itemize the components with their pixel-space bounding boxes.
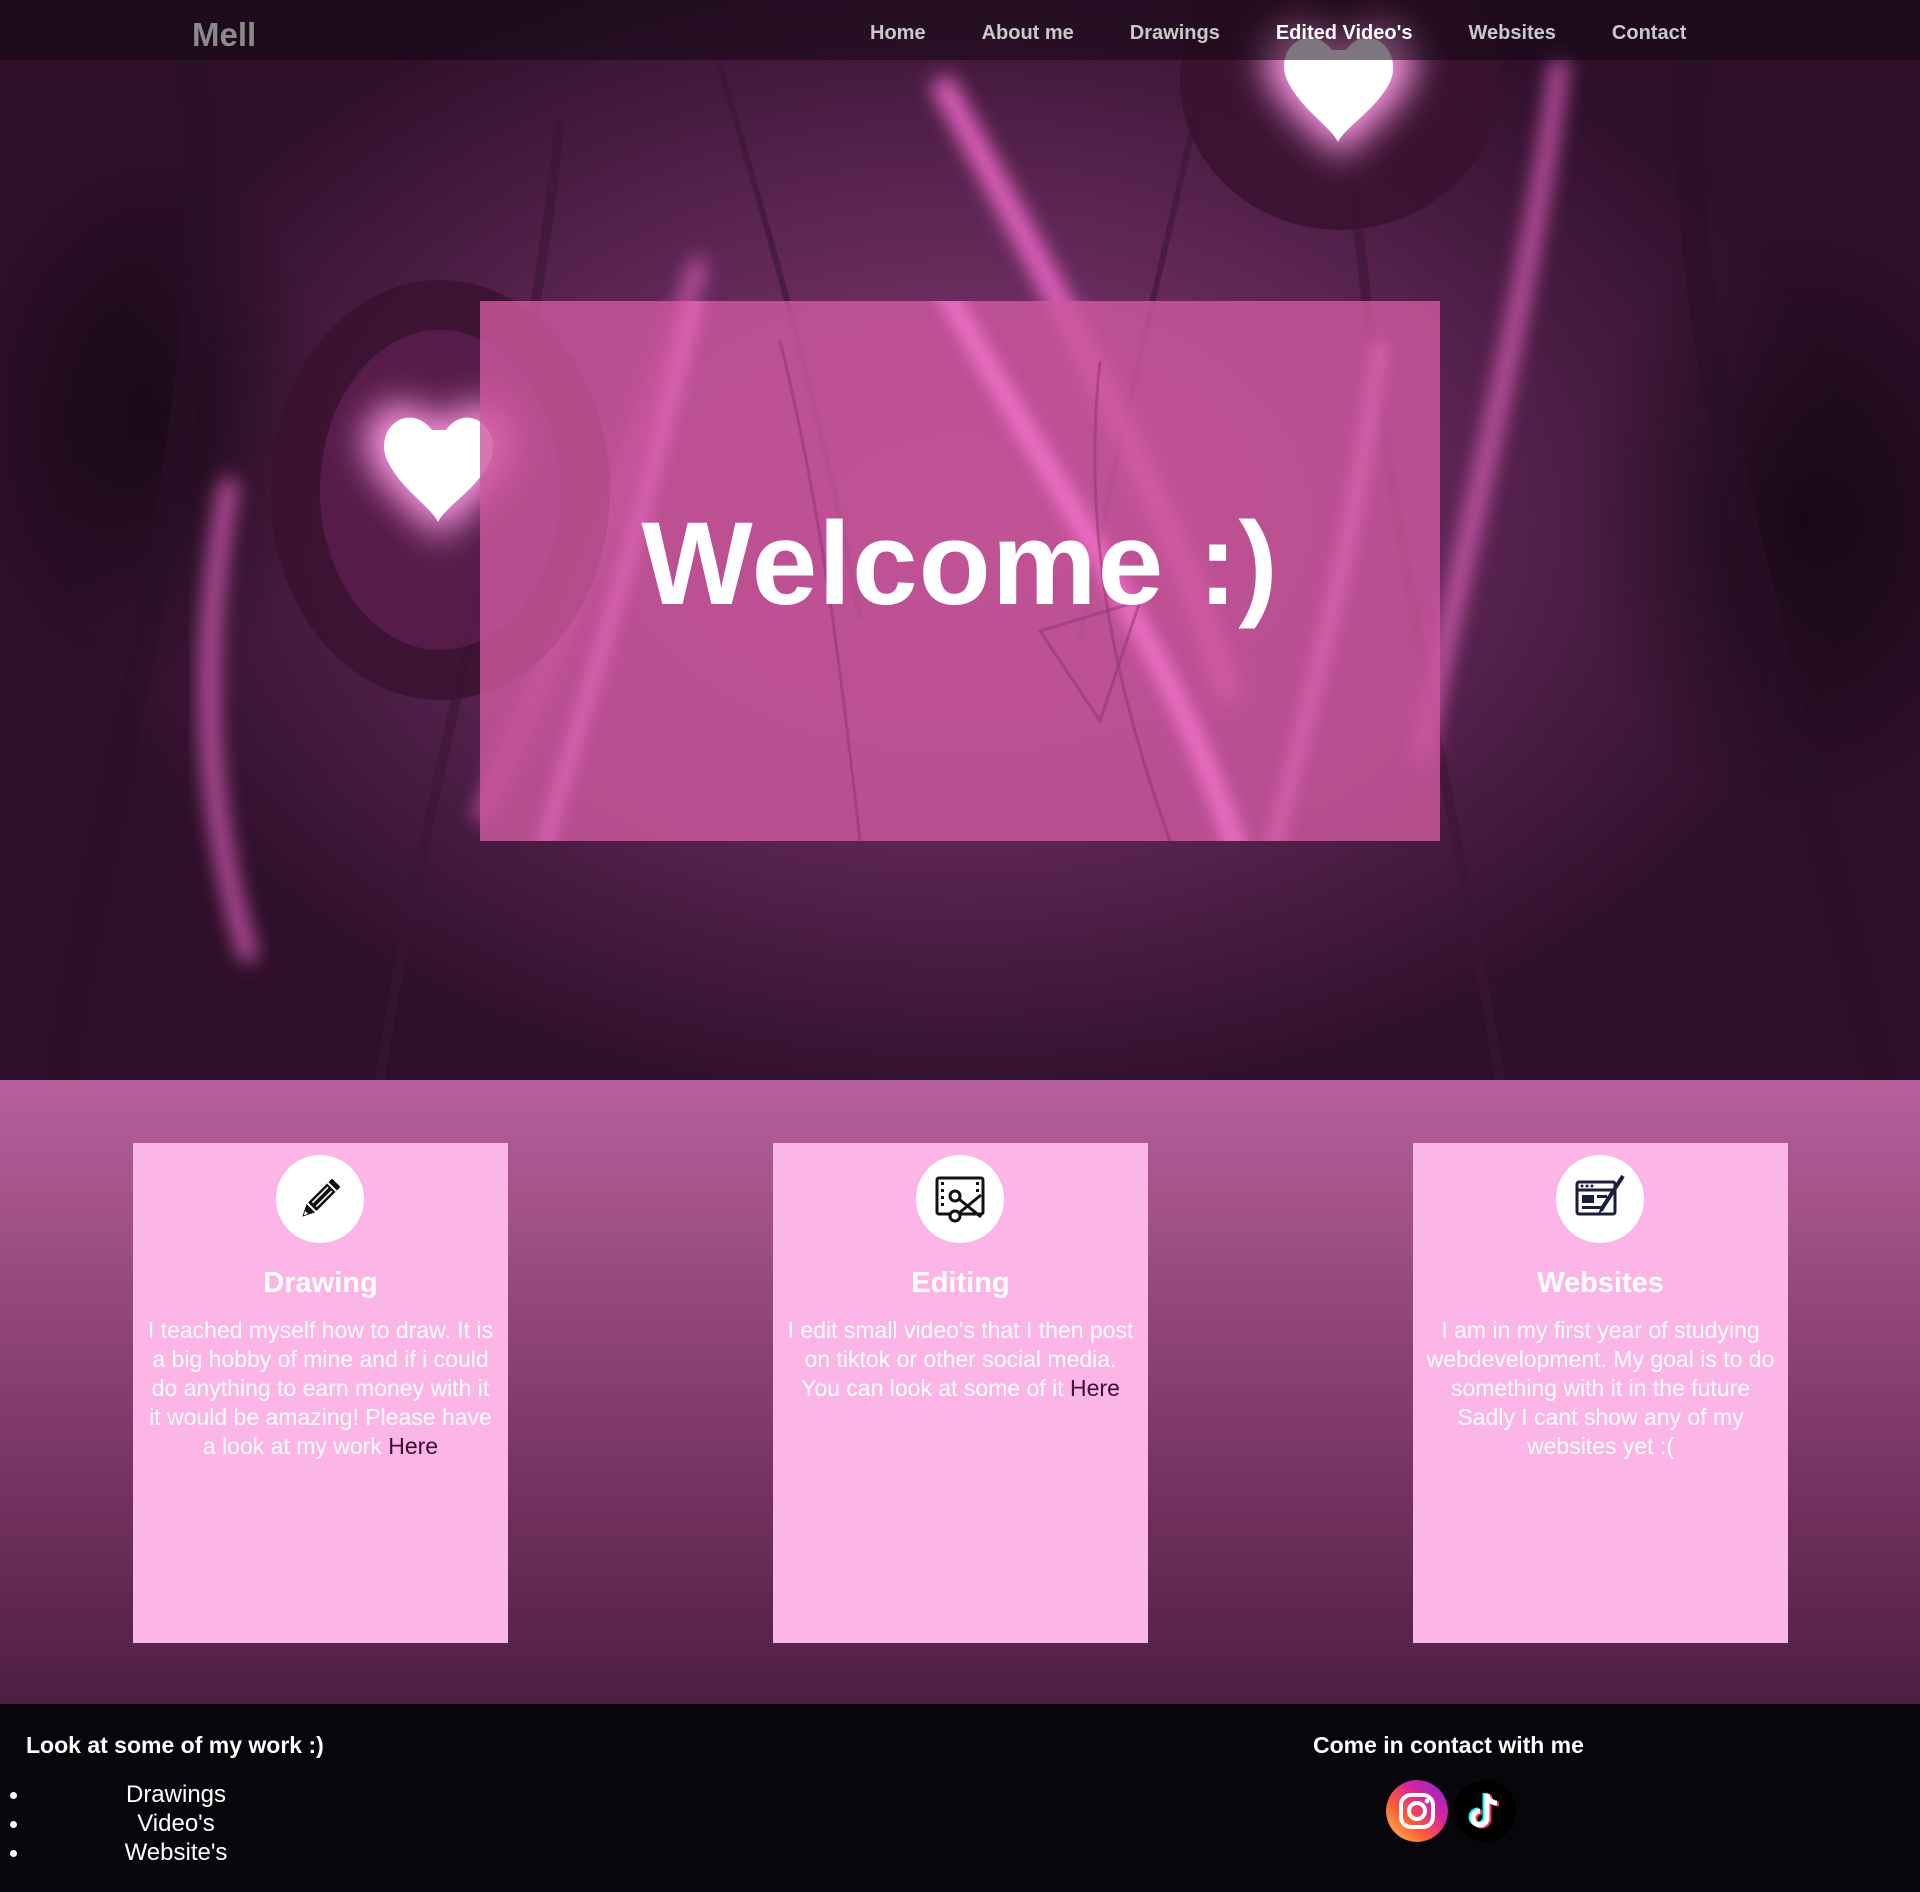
tiktok-icon[interactable] <box>1454 1780 1516 1842</box>
nav-link-home[interactable]: Home <box>870 22 926 45</box>
videos-here-link[interactable]: Here <box>1070 1375 1120 1401</box>
top-navbar: Mell Home About me Drawings Edited Video… <box>0 0 1920 60</box>
nav-link-contact[interactable]: Contact <box>1612 22 1686 45</box>
nav-link-drawings[interactable]: Drawings <box>1130 22 1220 45</box>
card-title: Websites <box>1537 1267 1664 1299</box>
contact-heading: Come in contact with me <box>1313 1732 1584 1758</box>
drawings-here-link[interactable]: Here <box>388 1433 438 1459</box>
nav-link-websites[interactable]: Websites <box>1468 22 1555 45</box>
social-links <box>1386 1780 1516 1842</box>
work-heading: Look at some of my work :) <box>26 1732 324 1758</box>
card-text: I teached myself how to draw. It is a bi… <box>147 1317 494 1459</box>
nav-link-edited-videos[interactable]: Edited Video's <box>1276 22 1413 45</box>
card-text: I edit small video's that I then post on… <box>787 1317 1134 1401</box>
footer-link-websites[interactable]: Website's <box>8 1838 344 1867</box>
site-logo[interactable]: Mell <box>192 16 256 54</box>
site-footer: Look at some of my work :) Drawings Vide… <box>0 1704 1920 1892</box>
service-card-websites: Websites I am in my first year of studyi… <box>1413 1143 1788 1643</box>
video-edit-icon <box>916 1155 1004 1243</box>
card-title: Drawing <box>263 1267 378 1299</box>
web-design-icon <box>1556 1155 1644 1243</box>
card-title: Editing <box>911 1267 1010 1299</box>
services-section: Drawing I teached myself how to draw. It… <box>0 1080 1920 1704</box>
footer-link-drawings[interactable]: Drawings <box>8 1780 344 1809</box>
pencil-icon <box>276 1155 364 1243</box>
welcome-heading: Welcome :) <box>641 498 1279 630</box>
welcome-banner: Welcome :) <box>480 301 1440 841</box>
card-text: I am in my first year of studying webdev… <box>1426 1317 1775 1459</box>
hero-section: Mell Home About me Drawings Edited Video… <box>0 0 1920 1080</box>
instagram-icon[interactable] <box>1386 1780 1448 1842</box>
nav-link-about[interactable]: About me <box>982 22 1074 45</box>
nav-links: Home About me Drawings Edited Video's We… <box>870 22 1686 45</box>
service-card-editing: Editing I edit small video's that I then… <box>773 1143 1148 1643</box>
footer-link-videos[interactable]: Video's <box>8 1809 344 1838</box>
work-links-list: Drawings Video's Website's <box>8 1780 344 1867</box>
service-card-drawing: Drawing I teached myself how to draw. It… <box>133 1143 508 1643</box>
